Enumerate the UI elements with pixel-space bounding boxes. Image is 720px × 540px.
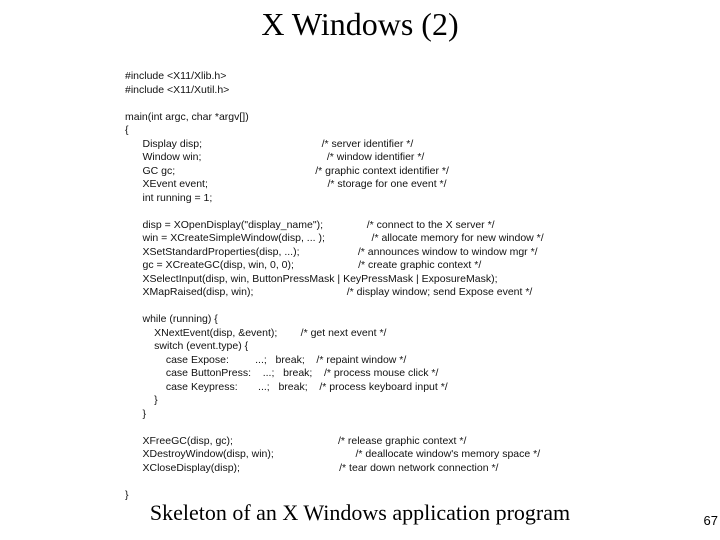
slide-container: X Windows (2) #include <X11/Xlib.h> #inc… <box>0 0 720 540</box>
slide-caption: Skeleton of an X Windows application pro… <box>0 500 720 526</box>
page-number: 67 <box>704 513 718 528</box>
code-listing: #include <X11/Xlib.h> #include <X11/Xuti… <box>125 70 685 502</box>
slide-title: X Windows (2) <box>0 6 720 43</box>
